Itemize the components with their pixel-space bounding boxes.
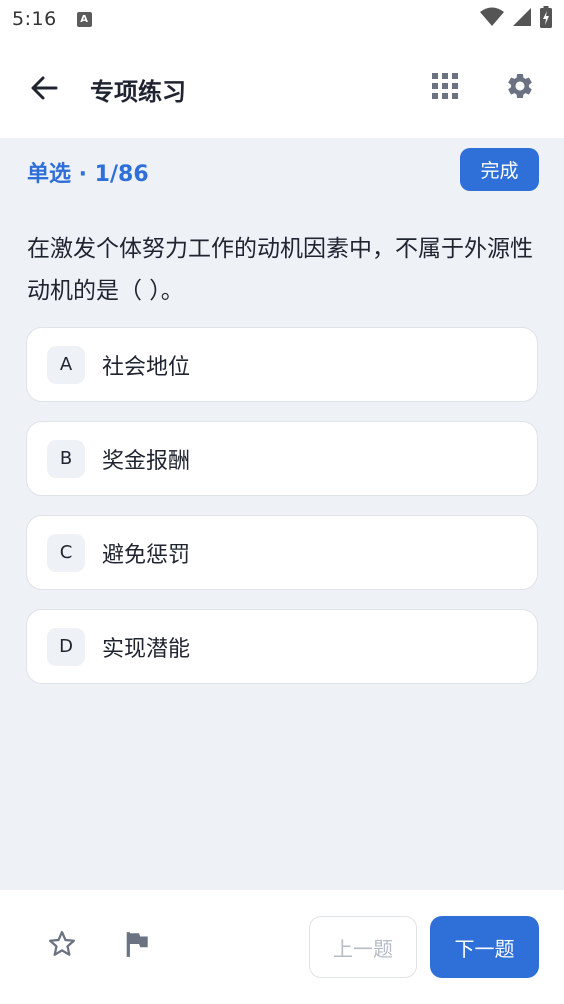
signal-icon	[512, 7, 532, 31]
option-text: 奖金报酬	[102, 448, 191, 474]
grid-icon	[432, 73, 458, 103]
status-time: 5:16	[12, 8, 57, 30]
mark-button[interactable]	[118, 926, 158, 966]
question-text: 在激发个体努力工作的动机因素中，不属于外源性动机的是（ ）。	[27, 236, 533, 304]
option-letter: A	[47, 345, 85, 384]
star-icon	[47, 929, 77, 963]
option-letter: C	[47, 533, 85, 572]
option-text: 避免惩罚	[102, 542, 191, 568]
battery-icon	[540, 6, 552, 32]
back-arrow-icon	[30, 76, 58, 104]
gear-icon	[505, 71, 535, 105]
previous-question-button[interactable]: 上一题	[309, 916, 417, 978]
option-text: 实现潜能	[102, 636, 191, 662]
option-letter: D	[47, 627, 85, 666]
option-a[interactable]: A 社会地位	[26, 327, 538, 402]
next-question-button[interactable]: 下一题	[430, 916, 539, 978]
option-letter: B	[47, 439, 85, 478]
done-button[interactable]: 完成	[460, 148, 539, 191]
wifi-icon	[480, 7, 504, 31]
back-button[interactable]	[22, 68, 66, 112]
question-grid-button[interactable]	[423, 66, 467, 110]
status-icons	[480, 6, 552, 32]
app-bar: 专项练习	[0, 38, 564, 138]
status-bar: 5:16 A	[0, 0, 564, 38]
option-d[interactable]: D 实现潜能	[26, 609, 538, 684]
page-title: 专项练习	[90, 78, 186, 106]
question-type-progress: 单选 · 1/86	[27, 162, 149, 187]
option-c[interactable]: C 避免惩罚	[26, 515, 538, 590]
favorite-button[interactable]	[42, 926, 82, 966]
option-b[interactable]: B 奖金报酬	[26, 421, 538, 496]
option-text: 社会地位	[102, 354, 191, 380]
settings-button[interactable]	[498, 66, 542, 110]
notification-icon: A	[76, 11, 92, 27]
flag-icon	[125, 930, 151, 962]
bottom-bar: 上一题 下一题	[0, 890, 564, 1004]
